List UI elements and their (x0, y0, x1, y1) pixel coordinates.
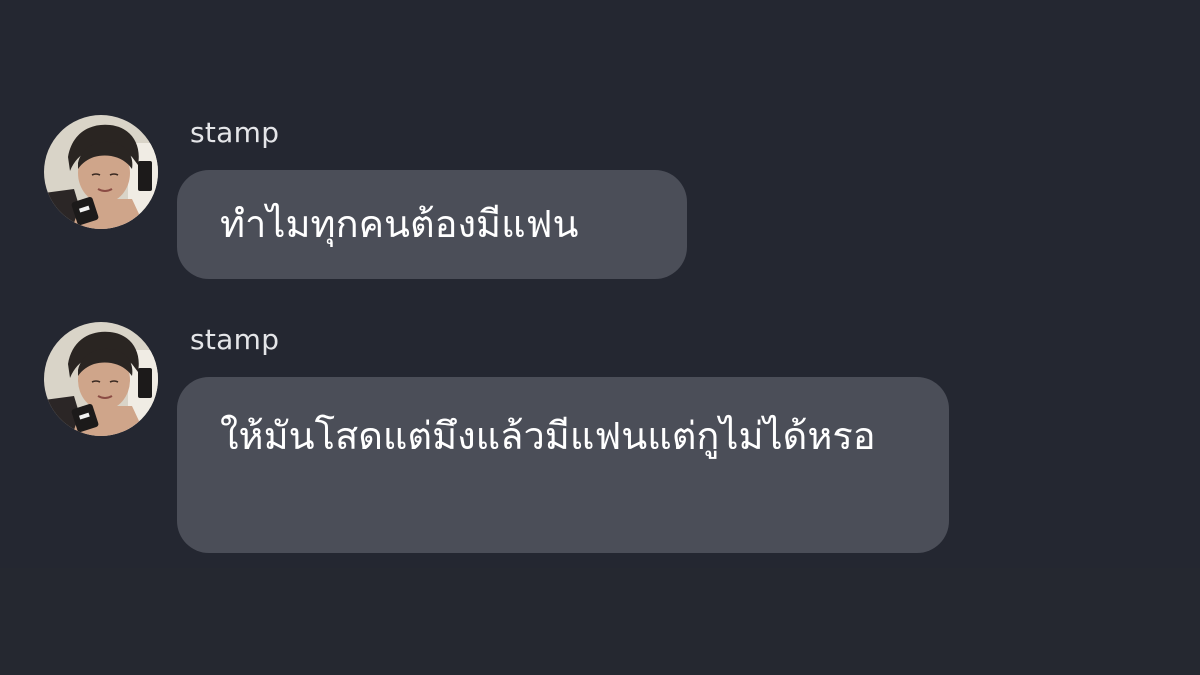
message-text: ทำไมทุกคนต้องมีแฟน (220, 202, 579, 246)
avatar[interactable] (44, 115, 158, 229)
sender-name: stamp (190, 116, 280, 149)
avatar[interactable] (44, 322, 158, 436)
chat-footer (0, 568, 1200, 675)
message-bubble[interactable]: ให้มันโสดแต่มึงแล้วมีแฟนแต่กูไม่ได้หรอ (177, 377, 949, 553)
sender-name: stamp (190, 323, 280, 356)
avatar-photo (44, 115, 158, 229)
message-text: ให้มันโสดแต่มึงแล้วมีแฟนแต่กูไม่ได้หรอ (220, 414, 876, 458)
chat-area: stamp ทำไมทุกคนต้องมีแฟน stamp ให้มันโสด… (0, 0, 1200, 568)
avatar-photo (44, 322, 158, 436)
message-bubble[interactable]: ทำไมทุกคนต้องมีแฟน (177, 170, 687, 279)
